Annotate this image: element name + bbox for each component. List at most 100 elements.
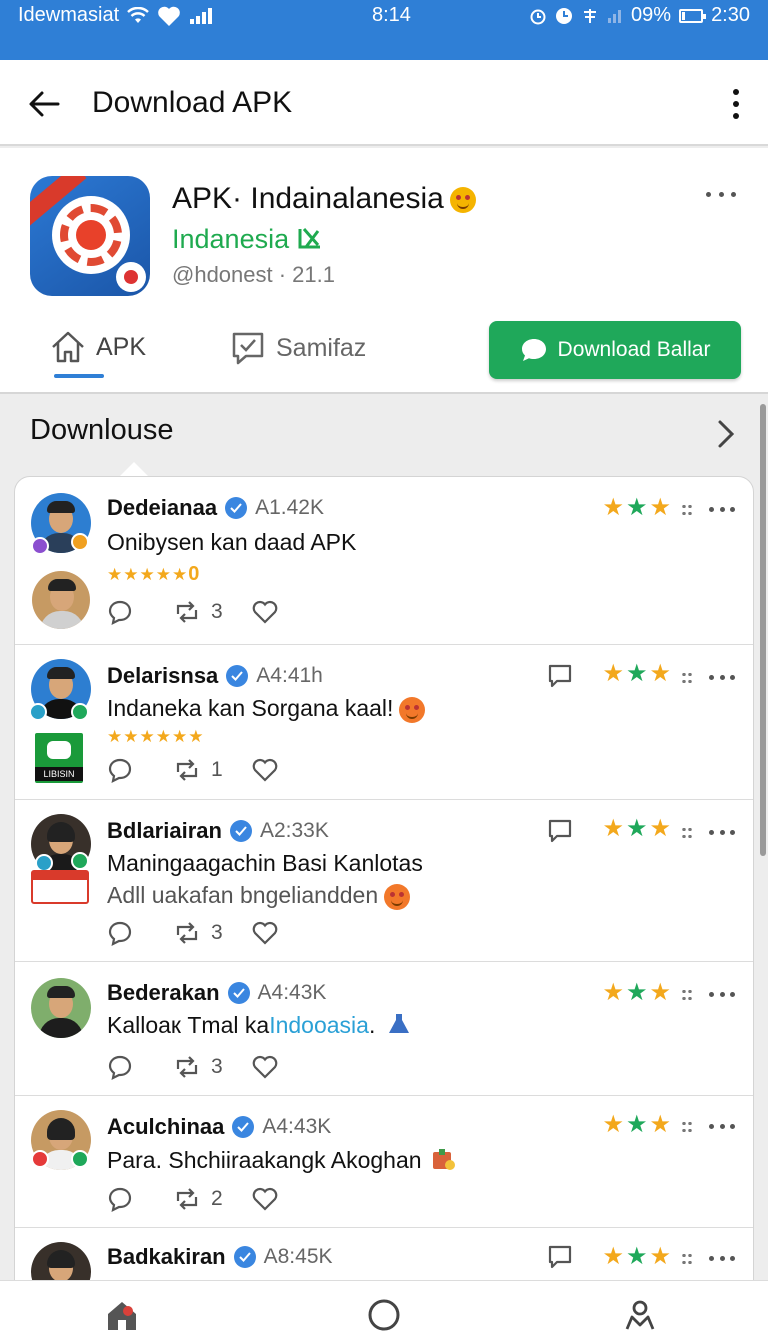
post-text-highlight[interactable]: Indooasia <box>269 1012 369 1038</box>
scrollbar[interactable] <box>760 404 766 856</box>
home-icon <box>52 331 84 363</box>
repost-icon <box>176 759 198 781</box>
reply-button[interactable] <box>107 599 133 625</box>
more-horizontal-icon[interactable] <box>709 1254 735 1262</box>
tab-apk[interactable]: APK <box>50 330 146 364</box>
star-icon: ★ <box>602 494 624 521</box>
repost-icon <box>176 1188 198 1210</box>
top-app-bar: Download APK <box>0 60 768 146</box>
nav-profile[interactable] <box>620 1295 660 1335</box>
repost-button[interactable]: 3 <box>173 921 223 945</box>
like-button[interactable] <box>251 599 279 625</box>
author-name[interactable]: Aculchinaa <box>107 1114 224 1140</box>
comment-icon[interactable] <box>547 818 573 844</box>
download-button[interactable]: Download Ballar <box>489 321 741 379</box>
reply-icon <box>108 1055 132 1080</box>
feed-post[interactable]: Dedeianaa A1.42K Onibysen kan daad APK ★… <box>15 477 753 645</box>
app-badge-icon <box>31 1150 49 1168</box>
reply-icon <box>108 1187 132 1212</box>
circle-icon <box>368 1299 400 1331</box>
feed-post[interactable]: LIBISIN Delarisnsa A4:41h Indaneka kan S… <box>15 645 753 800</box>
drag-handle-icon[interactable] <box>681 1252 693 1266</box>
drag-handle-icon[interactable] <box>681 671 693 685</box>
repost-button[interactable]: 2 <box>173 1187 223 1211</box>
author-name[interactable]: Badkakiran <box>107 1244 226 1270</box>
network-icon <box>581 7 599 25</box>
more-horizontal-icon[interactable] <box>706 188 736 200</box>
post-author: Bdlariairan A2:33K <box>107 818 329 844</box>
thumb-image[interactable]: LIBISIN <box>35 733 83 783</box>
nav-circle[interactable] <box>364 1295 404 1335</box>
post-actions: 3 <box>107 599 279 625</box>
app-badge-icon <box>29 703 47 721</box>
app-icon <box>30 176 150 296</box>
feed-post[interactable]: Aculchinaa A4:43K Para. Shchiiraakangk A… <box>15 1096 753 1228</box>
avatar[interactable] <box>31 1242 91 1281</box>
back-button[interactable] <box>24 84 64 124</box>
repost-button[interactable]: 1 <box>173 758 223 782</box>
star-icon: ★ <box>649 1243 671 1270</box>
smile-emoji-icon <box>384 883 411 910</box>
nav-home[interactable] <box>102 1295 142 1335</box>
feed-post[interactable]: Bederakan A4:43K Kalloaк Tmal kaIndooasi… <box>15 962 753 1096</box>
verified-badge-icon <box>71 703 89 721</box>
post-text-body: Para. Shchiiraakangk Akoghan <box>107 1147 422 1173</box>
reply-button[interactable] <box>107 757 133 783</box>
author-name[interactable]: Delarisnsa <box>107 663 218 689</box>
tab-samifaz[interactable]: Samifaz <box>230 330 366 366</box>
repost-icon <box>176 922 198 944</box>
post-author: Delarisnsa A4:41h <box>107 663 323 689</box>
author-name[interactable]: Dedeianaa <box>107 495 217 521</box>
repost-count: 3 <box>211 600 223 623</box>
more-horizontal-icon[interactable] <box>709 828 735 836</box>
more-horizontal-icon[interactable] <box>709 1122 735 1130</box>
smile-emoji-icon <box>399 696 426 723</box>
author-handle: A1.42K <box>255 496 324 519</box>
like-button[interactable] <box>251 920 279 946</box>
chevron-right-icon[interactable] <box>714 418 738 450</box>
reply-button[interactable] <box>107 1186 133 1212</box>
post-text: Onibysen kan daad APK <box>107 529 357 555</box>
author-name[interactable]: Bdlariairan <box>107 818 222 844</box>
app-card: APK· Indainalanesia Indanesia @hdonest ·… <box>0 148 768 394</box>
author-name[interactable]: Bederakan <box>107 980 220 1006</box>
drag-handle-icon[interactable] <box>681 1120 693 1134</box>
repost-button[interactable]: 3 <box>173 1055 223 1079</box>
post-text: Kalloaк Tmal kaIndooasia. <box>107 1012 412 1039</box>
star-icon: ★ <box>649 979 671 1006</box>
comment-icon[interactable] <box>547 1244 573 1270</box>
comment-icon[interactable] <box>547 663 573 689</box>
reply-icon <box>108 758 132 783</box>
avatar[interactable] <box>31 978 91 1038</box>
reply-button[interactable] <box>107 1054 133 1080</box>
post-text: Indaneka kan Sorgana kaal! <box>107 695 426 723</box>
post-text-body: Indaneka kan Sorgana kaal! <box>107 695 394 721</box>
card-image[interactable] <box>31 870 89 904</box>
feed-post[interactable]: Badkakiran A8:45K ★ ★ ★ <box>15 1228 753 1281</box>
heart-icon <box>252 1187 278 1211</box>
more-horizontal-icon[interactable] <box>709 505 735 513</box>
more-horizontal-icon[interactable] <box>709 990 735 998</box>
drag-handle-icon[interactable] <box>681 503 693 517</box>
rating-stars: ★ ★ ★ <box>602 978 671 1007</box>
star-icon: ★ <box>649 815 671 842</box>
like-button[interactable] <box>251 1054 279 1080</box>
like-button[interactable] <box>251 1186 279 1212</box>
repost-icon <box>176 601 198 623</box>
drag-handle-icon[interactable] <box>681 988 693 1002</box>
feed-post[interactable]: Bdlariairan A2:33K Maningaagachin Basi K… <box>15 800 753 962</box>
repost-button[interactable]: 3 <box>173 600 223 624</box>
post-text: Maningaagachin Basi Kanlotas <box>107 850 423 876</box>
app-developer[interactable]: Indanesia <box>172 224 323 255</box>
like-button[interactable] <box>251 757 279 783</box>
avatar-secondary[interactable] <box>32 571 90 629</box>
more-vertical-icon[interactable] <box>726 86 746 122</box>
drag-handle-icon[interactable] <box>681 826 693 840</box>
more-horizontal-icon[interactable] <box>709 673 735 681</box>
post-author: Aculchinaa A4:43K <box>107 1114 331 1140</box>
repost-count: 3 <box>211 1055 223 1078</box>
post-author: Dedeianaa A1.42K <box>107 495 324 521</box>
star-icon: ★ <box>625 979 648 1006</box>
reply-button[interactable] <box>107 920 133 946</box>
mini-stars: ★★★★★0 <box>107 563 200 586</box>
